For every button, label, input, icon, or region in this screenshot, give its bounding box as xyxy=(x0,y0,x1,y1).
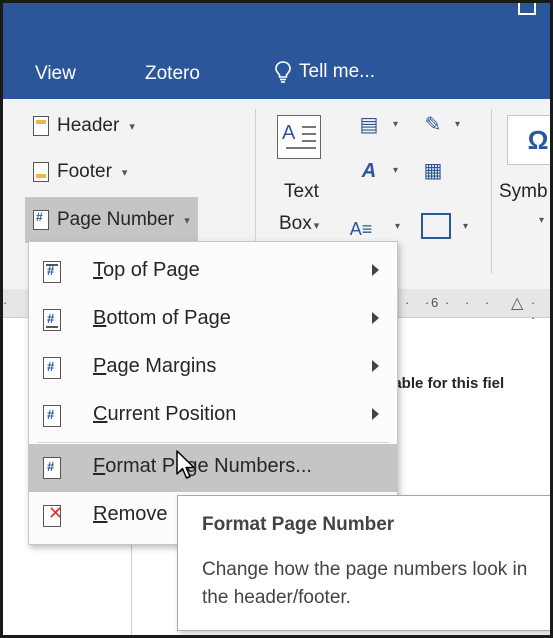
title-bar xyxy=(3,3,550,49)
date-time-icon[interactable]: ▦ xyxy=(421,159,445,183)
tab-view[interactable]: View xyxy=(35,63,76,85)
page-number-button[interactable]: Page Number ▾ xyxy=(25,197,198,243)
format-page-numbers-icon xyxy=(43,457,61,479)
chevron-right-icon xyxy=(372,408,379,420)
footer-button[interactable]: Footer ▾ xyxy=(33,161,127,183)
chevron-down-icon[interactable]: ▾ xyxy=(393,165,398,176)
chevron-down-icon[interactable]: ▾ xyxy=(539,215,544,226)
ruler-mark: 6 xyxy=(431,295,439,310)
chevron-down-icon[interactable]: ▾ xyxy=(393,119,398,130)
header-label: Header xyxy=(57,115,120,136)
chevron-down-icon: ▾ xyxy=(184,214,190,227)
symbol-button[interactable]: Symb xyxy=(499,181,548,203)
page-number-label: Page Number xyxy=(57,209,175,230)
text-box-icon: A xyxy=(277,115,321,159)
ribbon-tab-bar: View Zotero Tell me... xyxy=(3,49,550,99)
document-text: ilable for this fiel xyxy=(385,375,505,392)
footer-icon xyxy=(33,162,49,182)
menu-item-bottom-of-page[interactable]: Bottom of Page xyxy=(29,296,397,344)
group-separator xyxy=(491,109,492,274)
header-button[interactable]: Header ▾ xyxy=(33,115,135,137)
chevron-down-icon[interactable]: ▾ xyxy=(463,221,468,232)
text-box-label-2: Box ▾ xyxy=(279,213,320,234)
page-top-icon xyxy=(43,261,61,283)
tell-me-label: Tell me... xyxy=(299,61,376,82)
tooltip: Format Page Number Change how the page n… xyxy=(177,495,550,631)
current-position-icon xyxy=(43,405,61,427)
menu-item-top-of-page[interactable]: Top of Page xyxy=(29,248,397,296)
chevron-right-icon xyxy=(372,312,379,324)
restore-icon[interactable] xyxy=(518,3,536,15)
signature-line-icon[interactable]: ✎ xyxy=(421,113,445,137)
wordart-icon[interactable]: A xyxy=(357,159,381,183)
equation-icon[interactable]: Ω xyxy=(507,115,550,165)
chevron-down-icon: ▾ xyxy=(121,166,128,179)
lightbulb-icon xyxy=(275,61,291,83)
header-icon xyxy=(33,116,49,136)
tooltip-body: Change how the page numbers look in the … xyxy=(202,559,528,608)
menu-item-current-position[interactable]: Current Position xyxy=(29,392,397,440)
word-window: View Zotero Tell me... Header ▾ Footer ▾… xyxy=(0,0,553,638)
menu-divider xyxy=(37,442,389,443)
chevron-down-icon[interactable]: ▾ xyxy=(395,221,400,232)
tooltip-title: Format Page Number xyxy=(202,514,395,535)
quick-parts-icon[interactable]: ▤ xyxy=(357,113,381,137)
menu-item-page-margins[interactable]: Page Margins xyxy=(29,344,397,392)
page-number-icon xyxy=(33,210,49,230)
chevron-down-icon: ▾ xyxy=(129,120,135,133)
text-box-label-1: Text xyxy=(284,181,319,202)
footer-label: Footer xyxy=(57,161,112,182)
drop-cap-icon[interactable]: A≡ xyxy=(349,217,373,241)
chevron-right-icon xyxy=(372,360,379,372)
tell-me-box[interactable]: Tell me... xyxy=(275,61,375,83)
page-margins-icon xyxy=(43,357,61,379)
tab-zotero[interactable]: Zotero xyxy=(145,63,200,85)
remove-page-numbers-icon xyxy=(43,503,63,527)
chevron-down-icon[interactable]: ▾ xyxy=(455,119,460,130)
mouse-cursor-icon xyxy=(176,450,195,479)
page-bottom-icon xyxy=(43,309,61,331)
menu-item-format-page-numbers[interactable]: Format Page Numbers... xyxy=(29,444,397,492)
ruler-indent-marker-icon[interactable]: △ xyxy=(511,293,523,313)
chevron-right-icon xyxy=(372,264,379,276)
object-icon[interactable] xyxy=(421,213,451,239)
